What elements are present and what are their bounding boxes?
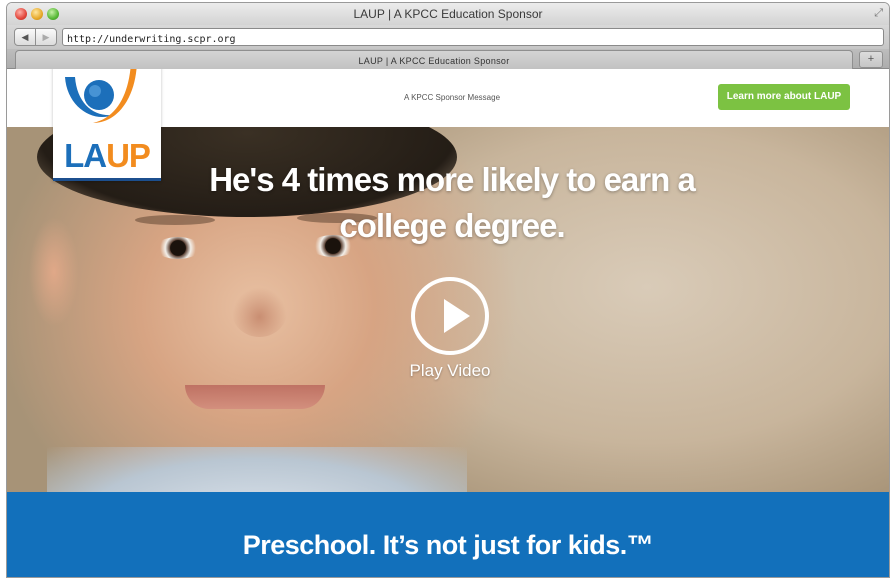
- page-content: A KPCC Sponsor Message Learn more about …: [7, 69, 889, 577]
- logo-wordmark: LAUP: [53, 137, 161, 175]
- hero-photo-nose: [232, 287, 287, 337]
- laup-logo[interactable]: LAUP: [53, 69, 161, 181]
- hero-photo-mouth: [185, 385, 325, 409]
- active-tab[interactable]: LAUP | A KPCC Education Sponsor: [15, 50, 853, 69]
- logo-la: LA: [64, 137, 107, 174]
- play-video-label[interactable]: Play Video: [371, 361, 529, 381]
- hero-photo-shirt: [47, 447, 467, 492]
- learn-more-button[interactable]: Learn more about LAUP: [718, 84, 850, 110]
- window-title: LAUP | A KPCC Education Sponsor: [353, 7, 543, 21]
- laup-logo-mark: [65, 69, 137, 123]
- address-bar[interactable]: http://underwriting.scpr.org: [62, 28, 884, 46]
- logo-underline: [53, 178, 161, 181]
- title-bar: LAUP | A KPCC Education Sponsor ⤢: [7, 3, 889, 25]
- forward-button[interactable]: ▶: [35, 28, 57, 46]
- zoom-window-icon[interactable]: [47, 8, 59, 20]
- play-icon: [444, 299, 470, 333]
- tab-bar: LAUP | A KPCC Education Sponsor +: [7, 49, 889, 69]
- tagline: Preschool. It’s not just for kids.™: [242, 530, 654, 560]
- fullscreen-icon[interactable]: ⤢: [874, 7, 883, 20]
- hero-video[interactable]: He's 4 times more likely to earn a colle…: [7, 127, 889, 492]
- logo-up: UP: [106, 137, 151, 174]
- url-text: http://underwriting.scpr.org: [67, 34, 236, 45]
- plus-icon[interactable]: +: [859, 51, 883, 68]
- tagline-band: Preschool. It’s not just for kids.™: [7, 492, 889, 577]
- browser-window: LAUP | A KPCC Education Sponsor ⤢ ◀ ▶ ht…: [6, 2, 890, 578]
- minimize-window-icon[interactable]: [31, 8, 43, 20]
- sponsor-message: A KPCC Sponsor Message: [403, 93, 501, 102]
- close-window-icon[interactable]: [15, 8, 27, 20]
- browser-toolbar: ◀ ▶ http://underwriting.scpr.org: [7, 25, 889, 49]
- hero-photo-ear: [29, 217, 79, 327]
- tab-title: LAUP | A KPCC Education Sponsor: [358, 56, 510, 66]
- back-button[interactable]: ◀: [14, 28, 36, 46]
- play-video-button[interactable]: [411, 277, 489, 355]
- hero-headline: He's 4 times more likely to earn a colle…: [209, 161, 696, 244]
